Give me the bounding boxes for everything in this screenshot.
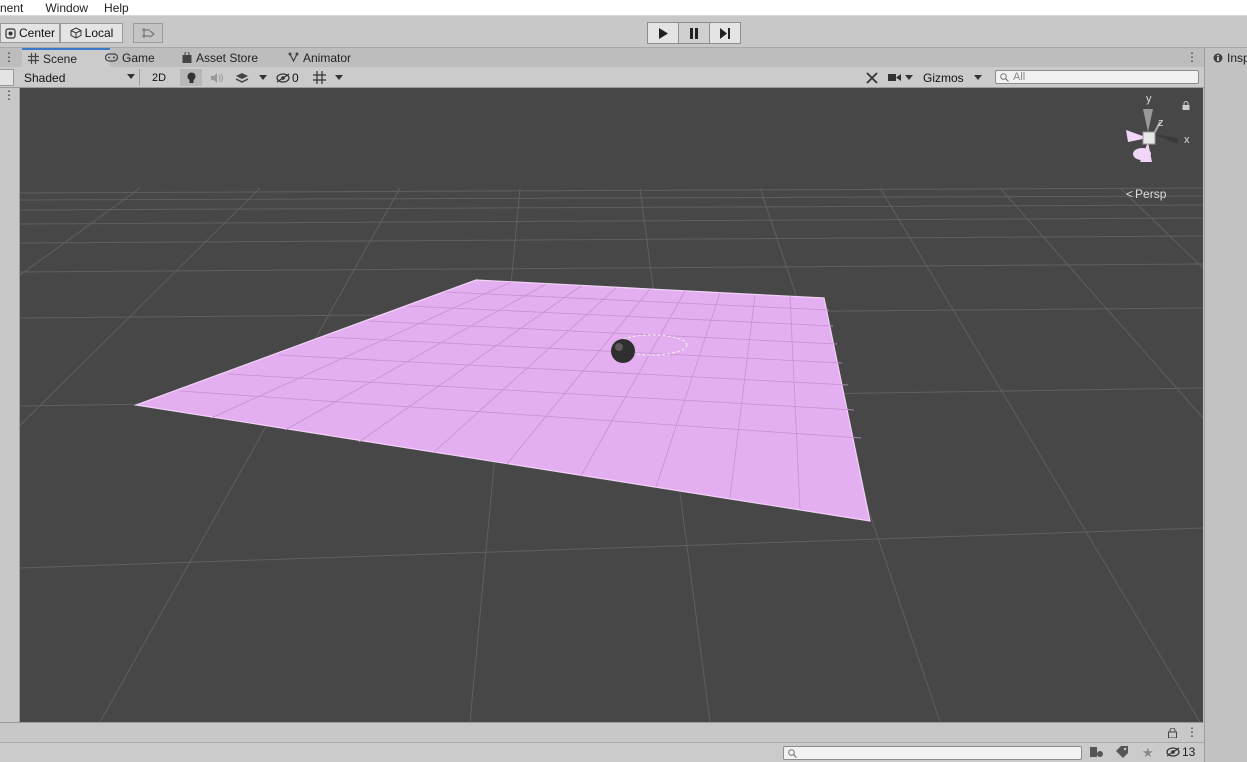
pivot-label: Center: [18, 26, 56, 40]
axis-z-label: z: [1158, 117, 1164, 129]
inspector-panel: Insp: [1204, 48, 1247, 762]
step-icon: [719, 27, 731, 39]
menu-bar: nent Window Help: [0, 0, 1247, 16]
search-placeholder: All: [1013, 71, 1026, 83]
scene-toolbar: Shaded 2D 0 Gizmos All: [0, 67, 1204, 88]
camera-button[interactable]: [888, 69, 916, 86]
info-icon: [1213, 53, 1223, 63]
project-toolbar: ★ 13: [0, 742, 1204, 762]
hidden-objects-count: 13: [1182, 745, 1196, 759]
snap-grid-icon: [141, 27, 155, 39]
project-search-input[interactable]: [783, 746, 1082, 760]
inspector-tab-label: Insp: [1227, 51, 1247, 65]
left-side-strip: ⋮: [0, 88, 20, 722]
search-icon: [1000, 72, 1009, 82]
tab-bar: ⋮ Scene Game Asset Store Animator ⋮: [0, 48, 1204, 67]
lightbulb-icon: [187, 72, 196, 84]
shading-mode-dropdown[interactable]: Shaded: [20, 69, 140, 86]
hidden-eye-icon: [276, 72, 290, 83]
chevron-left-icon: <: [1126, 187, 1134, 201]
animator-icon: [288, 52, 299, 63]
speaker-icon: [211, 72, 223, 83]
projection-toggle[interactable]: < Persp: [1126, 187, 1166, 201]
local-label: Local: [84, 26, 114, 40]
play-icon: [658, 27, 668, 39]
pause-icon: [689, 27, 699, 39]
tab-asset-store[interactable]: Asset Store: [182, 48, 258, 67]
overlay-menu-dots-icon[interactable]: ⋮: [3, 88, 15, 102]
scene-visibility-toggle[interactable]: 0: [276, 69, 306, 86]
filter-by-type-icon[interactable]: [1090, 746, 1104, 762]
dropdown-arrow-icon: [974, 75, 982, 80]
left-toggle[interactable]: [0, 69, 14, 86]
menu-item-component[interactable]: nent: [0, 1, 29, 15]
tab-asset-store-label: Asset Store: [196, 50, 259, 65]
bag-icon: [182, 52, 192, 63]
pivot-center-button[interactable]: Center: [0, 23, 60, 43]
scene-viewport[interactable]: y z x < Persp: [20, 88, 1203, 722]
menu-item-window[interactable]: Window: [39, 1, 94, 15]
snap-button[interactable]: [133, 23, 163, 43]
pause-button[interactable]: [678, 22, 710, 44]
pivot-local-button[interactable]: Local: [60, 23, 123, 43]
favorite-star-icon[interactable]: ★: [1142, 745, 1154, 761]
2d-toggle-button[interactable]: 2D: [147, 69, 171, 86]
lock-icon[interactable]: [1168, 727, 1177, 741]
dropdown-arrow-icon: [127, 74, 135, 79]
effects-toggle[interactable]: [232, 69, 252, 86]
menu-item-help[interactable]: Help: [98, 1, 135, 15]
lock-icon[interactable]: [1182, 99, 1190, 113]
hidden-packages-toggle[interactable]: 13: [1166, 745, 1195, 759]
console-menu-icon[interactable]: ⋮: [1186, 725, 1198, 739]
playback-controls: [647, 22, 741, 44]
orientation-gizmo[interactable]: y z x < Persp: [1118, 93, 1198, 201]
tab-menu-icon[interactable]: ⋮: [1186, 50, 1198, 64]
projection-label: Persp: [1135, 187, 1167, 201]
tab-game[interactable]: Game: [105, 48, 155, 67]
2d-label: 2D: [151, 71, 167, 84]
shading-mode-label: Shaded: [24, 70, 66, 85]
console-tab-bar: ⋮: [0, 722, 1204, 742]
tab-scene-label: Scene: [43, 51, 78, 66]
effects-icon: [235, 72, 249, 84]
hierarchy-search-input[interactable]: All: [995, 70, 1199, 84]
grid-icon: [28, 53, 39, 64]
audio-toggle[interactable]: [206, 69, 228, 86]
dropdown-arrow-icon: [335, 75, 343, 80]
cube-icon: [70, 27, 82, 39]
grid-dropdown[interactable]: [332, 69, 346, 86]
camera-icon: [888, 73, 901, 82]
grid-icon: [312, 71, 326, 84]
gizmos-label: Gizmos: [923, 70, 964, 85]
pivot-icon: [5, 27, 16, 39]
scene-render: [20, 187, 1203, 722]
tab-inspector[interactable]: Insp: [1213, 51, 1247, 65]
lighting-toggle[interactable]: [180, 69, 202, 86]
filter-by-label-icon[interactable]: [1116, 746, 1128, 761]
axis-y-label: y: [1146, 93, 1152, 105]
tab-animator[interactable]: Animator: [288, 48, 351, 67]
hidden-eye-icon: [1166, 747, 1180, 757]
main-toolbar: Center Local: [0, 16, 1247, 48]
tab-game-label: Game: [122, 50, 155, 65]
play-button[interactable]: [647, 22, 679, 44]
search-icon: [788, 748, 797, 758]
step-button[interactable]: [709, 22, 741, 44]
dropdown-arrow-icon: [905, 75, 913, 80]
tools-icon: [866, 71, 878, 84]
gizmos-dropdown[interactable]: Gizmos: [920, 69, 986, 86]
hidden-count: 0: [292, 70, 299, 85]
axis-x-label: x: [1184, 134, 1190, 146]
dropdown-arrow-icon: [259, 75, 267, 80]
panel-menu-dots-icon[interactable]: ⋮: [3, 50, 15, 64]
tools-button[interactable]: [862, 69, 882, 86]
gamepad-icon: [105, 53, 118, 62]
effects-dropdown[interactable]: [256, 69, 270, 86]
tab-scene[interactable]: Scene: [22, 48, 110, 67]
tab-animator-label: Animator: [303, 50, 352, 65]
grid-toggle[interactable]: [310, 69, 328, 86]
